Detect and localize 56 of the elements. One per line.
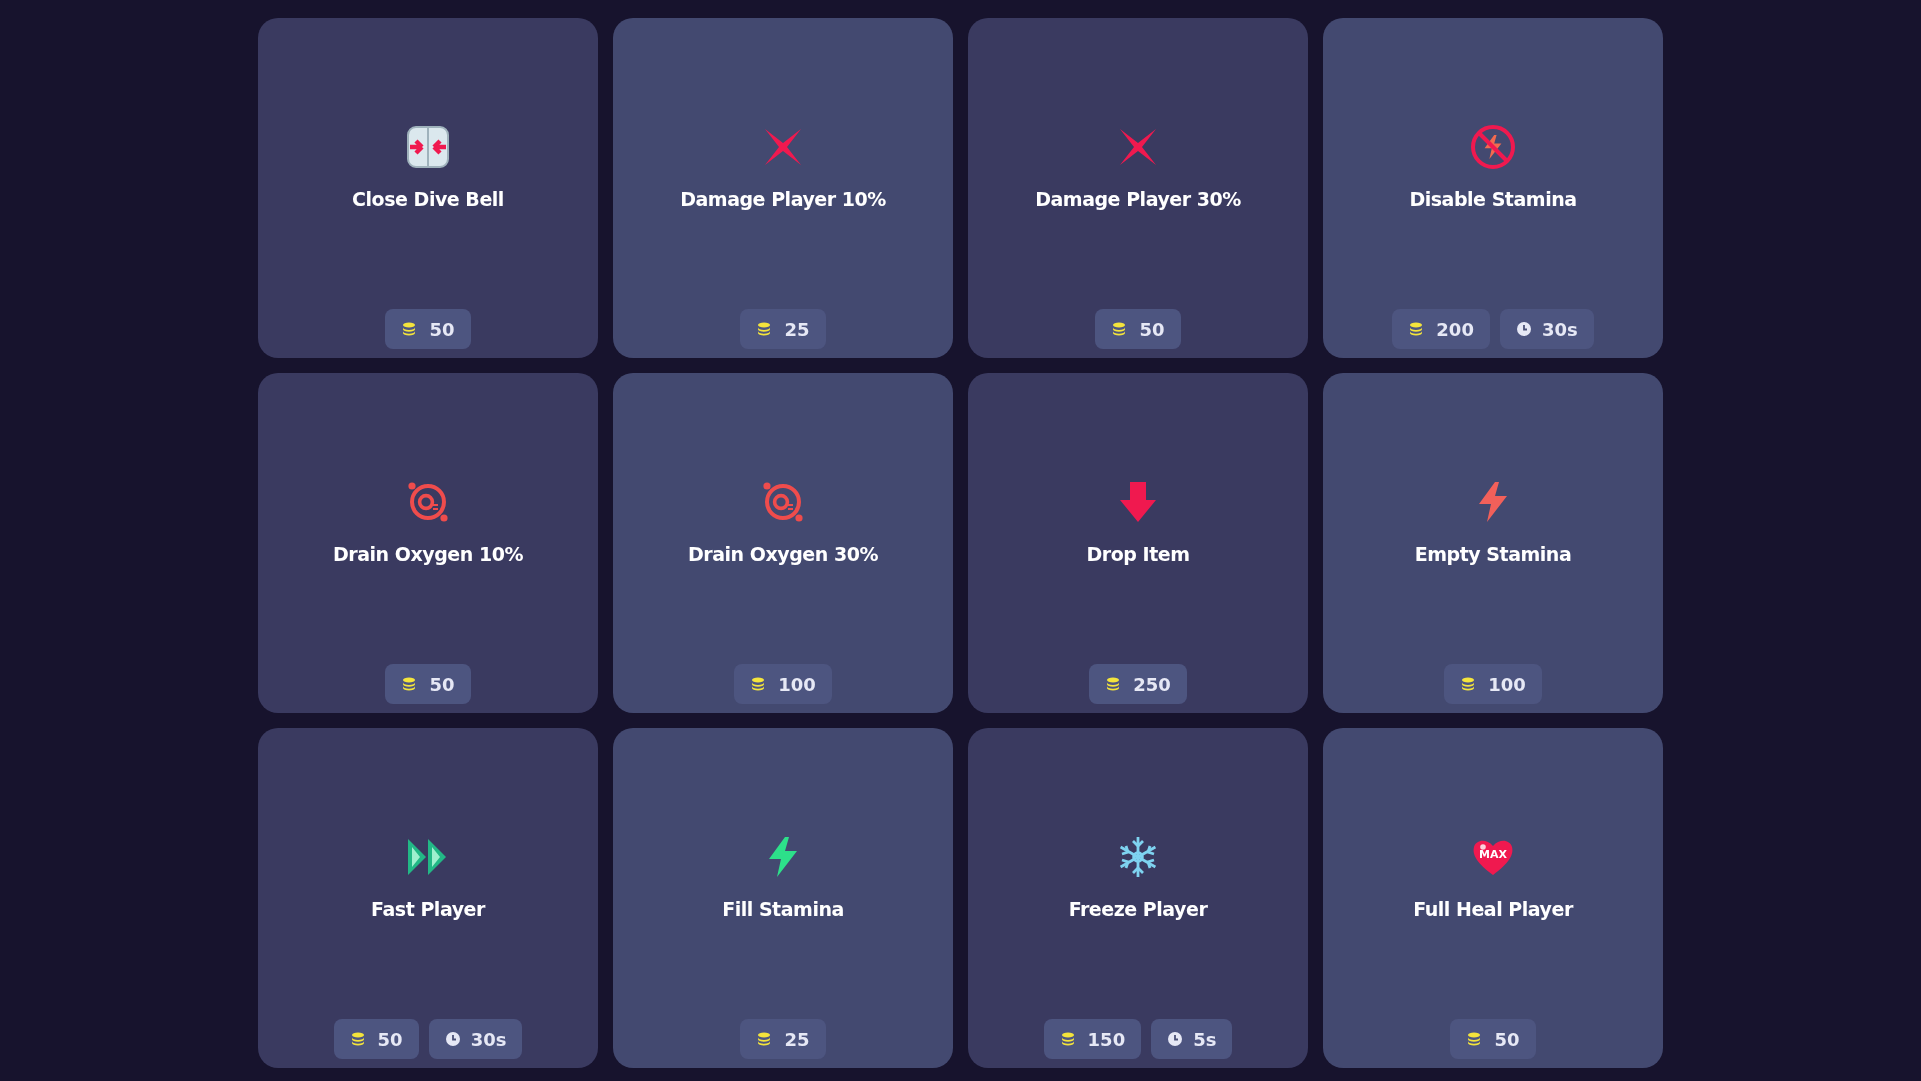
cost-value: 100 — [1488, 672, 1526, 697]
duration-value: 30s — [470, 1027, 507, 1052]
coins-icon — [401, 677, 418, 691]
coins-icon — [1105, 677, 1122, 691]
coins-icon — [750, 677, 767, 691]
card-title: Empty Stamina — [1414, 542, 1572, 567]
effect-card[interactable]: Damage Player 30% 50 — [968, 18, 1308, 358]
effect-card[interactable]: Fill Stamina 25 — [613, 728, 953, 1068]
no-stamina-icon — [1469, 123, 1517, 171]
coins-icon — [1059, 1032, 1076, 1046]
card-title: Drain Oxygen 10% — [333, 542, 523, 567]
clock-icon — [1167, 1031, 1184, 1047]
effect-card[interactable]: Fast Player 50 30s — [258, 728, 598, 1068]
coins-icon — [756, 322, 773, 336]
coins-icon — [756, 1032, 773, 1046]
effect-card[interactable]: Close Dive Bell 50 — [258, 18, 598, 358]
effect-card[interactable]: Empty Stamina 100 — [1323, 373, 1663, 713]
card-title: Close Dive Bell — [352, 187, 504, 212]
clock-icon — [1515, 321, 1532, 337]
card-title: Freeze Player — [1068, 897, 1208, 922]
card-title: Drop Item — [1086, 542, 1190, 567]
card-title: Disable Stamina — [1409, 187, 1577, 212]
card-title: Drain Oxygen 30% — [688, 542, 878, 567]
cost-value: 25 — [784, 317, 810, 342]
effect-card[interactable]: Disable Stamina 200 30s — [1323, 18, 1663, 358]
coins-icon — [401, 322, 418, 336]
card-title: Full Heal Player — [1413, 897, 1573, 922]
effect-card[interactable]: Drop Item 250 — [968, 373, 1308, 713]
cost-value: 200 — [1436, 317, 1474, 342]
effect-card[interactable]: Drain Oxygen 10% 50 — [258, 373, 598, 713]
coins-icon — [1460, 677, 1477, 691]
card-title: Fill Stamina — [722, 897, 844, 922]
cost-value: 50 — [429, 672, 455, 697]
cost-value: 50 — [1494, 1027, 1520, 1052]
coins-icon — [1111, 322, 1128, 336]
duration-value: 30s — [1541, 317, 1578, 342]
card-title: Fast Player — [371, 897, 485, 922]
cost-value: 50 — [429, 317, 455, 342]
card-title: Damage Player 30% — [1035, 187, 1241, 212]
effect-card[interactable]: Damage Player 10% 25 — [613, 18, 953, 358]
cost-value: 50 — [1139, 317, 1165, 342]
effect-card[interactable]: Freeze Player 150 5s — [968, 728, 1308, 1068]
coins-icon — [349, 1032, 366, 1046]
cost-value: 250 — [1133, 672, 1171, 697]
doors-icon — [404, 123, 452, 171]
effect-card[interactable]: Drain Oxygen 30% 100 — [613, 373, 953, 713]
cost-value: 50 — [377, 1027, 403, 1052]
cost-value: 150 — [1087, 1027, 1126, 1052]
clock-icon — [444, 1031, 461, 1047]
effect-card[interactable]: MAX Full Heal Player 50 — [1323, 728, 1663, 1068]
cost-value: 100 — [778, 672, 816, 697]
card-title: Damage Player 10% — [680, 187, 886, 212]
duration-value: 5s — [1193, 1027, 1217, 1052]
coins-icon — [1408, 322, 1425, 336]
coins-icon — [1466, 1032, 1483, 1046]
cost-value: 25 — [784, 1027, 810, 1052]
